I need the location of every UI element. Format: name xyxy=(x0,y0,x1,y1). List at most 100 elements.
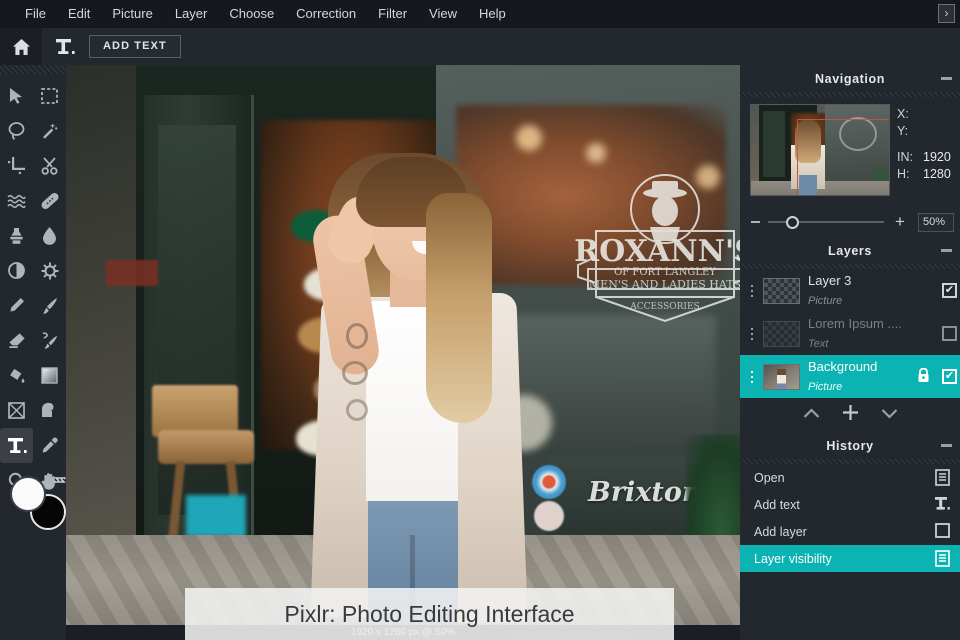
scene-model-tattoo xyxy=(346,323,368,349)
layer-thumbnail xyxy=(763,320,800,347)
history-item[interactable]: Add layer xyxy=(740,518,960,545)
minimize-icon[interactable] xyxy=(941,249,952,252)
menu-item-file[interactable]: File xyxy=(14,0,57,28)
layer-type: Text xyxy=(808,337,829,350)
history-item-label: Open xyxy=(754,470,785,485)
color-picker-tool[interactable] xyxy=(33,428,66,463)
move-tool[interactable] xyxy=(0,78,33,113)
menu-item-picture[interactable]: Picture xyxy=(101,0,163,28)
layer-name: Lorem Ipsum .... xyxy=(808,316,902,332)
add-layer-button[interactable] xyxy=(842,404,859,426)
layer-visibility-checkbox[interactable]: ✔ xyxy=(942,369,957,384)
square-icon xyxy=(935,523,950,541)
drag-handle-icon[interactable] xyxy=(745,284,759,297)
menu-item-choose[interactable]: Choose xyxy=(218,0,285,28)
scene-model-tattoo xyxy=(346,399,368,421)
history-item[interactable]: Layer visibility xyxy=(740,545,960,572)
foreground-color-swatch[interactable] xyxy=(10,476,46,512)
add-text-button[interactable]: ADD TEXT xyxy=(89,35,181,58)
chevron-right-icon[interactable]: › xyxy=(938,4,955,23)
svg-text:MEN'S AND LADIES HATS: MEN'S AND LADIES HATS xyxy=(589,278,740,291)
fill-shape-tool[interactable] xyxy=(33,393,66,428)
layer-row[interactable]: Lorem Ipsum .... Text xyxy=(740,312,960,355)
layer-visibility-checkbox[interactable] xyxy=(942,326,957,341)
scene-open-sign xyxy=(106,260,158,286)
history-item-label: Add layer xyxy=(754,524,807,539)
text-tool[interactable] xyxy=(0,428,33,463)
move-layer-up-button[interactable] xyxy=(803,406,820,424)
history-item[interactable]: Open xyxy=(740,464,960,491)
scene-teal-item xyxy=(186,495,246,537)
layer-row[interactable]: Background Picture ✔ xyxy=(740,355,960,398)
menu-bar: File Edit Picture Layer Choose Correctio… xyxy=(0,0,960,28)
move-layer-down-button[interactable] xyxy=(881,406,898,424)
caption-overlay: Pixlr: Photo Editing Interface xyxy=(185,588,674,640)
scene-brand-decal: Brixton xyxy=(588,477,702,508)
crop-tool[interactable] xyxy=(0,148,33,183)
layer-name: Background xyxy=(808,359,878,375)
menu-item-filter[interactable]: Filter xyxy=(367,0,418,28)
navigation-panel-title: Navigation xyxy=(815,71,885,86)
menu-item-edit[interactable]: Edit xyxy=(57,0,101,28)
menu-item-correction[interactable]: Correction xyxy=(285,0,367,28)
minimize-icon[interactable] xyxy=(941,77,952,80)
brush-tool[interactable] xyxy=(33,288,66,323)
paint-bucket-tool[interactable] xyxy=(0,358,33,393)
canvas-area[interactable]: Brixton ROXANN'S OF FORT LANGLEY MEN'S A… xyxy=(66,65,740,640)
nav-label-x: X: xyxy=(897,107,909,121)
magic-wand-tool[interactable] xyxy=(33,113,66,148)
pixlr-app-window: File Edit Picture Layer Choose Correctio… xyxy=(0,0,960,640)
navigation-panel-header: Navigation xyxy=(740,65,960,92)
drag-handle-icon[interactable] xyxy=(745,327,759,340)
sharpen-tool[interactable] xyxy=(33,253,66,288)
menu-item-help[interactable]: Help xyxy=(468,0,517,28)
cutout-tool[interactable] xyxy=(33,148,66,183)
zoom-in-icon[interactable]: + xyxy=(895,213,905,230)
smudge-tool[interactable] xyxy=(33,323,66,358)
layer-actions-bar xyxy=(740,398,960,432)
blur-tool[interactable] xyxy=(33,218,66,253)
heal-tool[interactable] xyxy=(33,183,66,218)
toolbar-divider xyxy=(0,65,66,74)
svg-text:OF FORT LANGLEY: OF FORT LANGLEY xyxy=(614,267,716,278)
layer-visibility-checkbox[interactable]: ✔ xyxy=(942,283,957,298)
drag-handle-icon[interactable] xyxy=(745,370,759,383)
photo-canvas[interactable]: Brixton ROXANN'S OF FORT LANGLEY MEN'S A… xyxy=(66,65,740,625)
zoom-out-icon[interactable] xyxy=(751,221,760,223)
current-tool-icon xyxy=(48,28,82,65)
home-icon[interactable] xyxy=(0,28,42,65)
marquee-select-tool[interactable] xyxy=(33,78,66,113)
lasso-tool[interactable] xyxy=(0,113,33,148)
lock-icon[interactable] xyxy=(917,367,930,388)
scene-model-tattoo xyxy=(342,361,368,385)
history-item[interactable]: Add text xyxy=(740,491,960,518)
clone-stamp-tool[interactable] xyxy=(0,218,33,253)
tool-palette xyxy=(0,65,66,640)
minimize-icon[interactable] xyxy=(941,444,952,447)
layer-name: Layer 3 xyxy=(808,273,852,289)
gradient-tool[interactable] xyxy=(33,358,66,393)
menu-item-layer[interactable]: Layer xyxy=(164,0,219,28)
options-bar: ADD TEXT xyxy=(0,28,960,65)
zoom-control-row: + 50% xyxy=(740,207,960,237)
nav-value-width: 1920 xyxy=(923,150,951,164)
layers-panel-title: Layers xyxy=(828,243,872,258)
svg-text:ROXANN'S: ROXANN'S xyxy=(574,234,740,269)
svg-text:ACCESSORIES: ACCESSORIES xyxy=(629,302,699,312)
zoom-slider-handle[interactable] xyxy=(786,216,799,229)
scene-window-sticker xyxy=(532,465,566,499)
color-swatches[interactable] xyxy=(8,470,66,540)
layer-row[interactable]: Layer 3 Picture ✔ xyxy=(740,269,960,312)
navigator-thumbnail[interactable] xyxy=(750,104,890,196)
layer-type: Picture xyxy=(808,294,843,307)
zoom-level-input[interactable]: 50% xyxy=(918,213,954,232)
layer-thumbnail xyxy=(763,277,800,304)
shape-tool[interactable] xyxy=(0,393,33,428)
liquify-tool[interactable] xyxy=(0,183,33,218)
eraser-tool[interactable] xyxy=(0,323,33,358)
pencil-tool[interactable] xyxy=(0,288,33,323)
dodge-burn-tool[interactable] xyxy=(0,253,33,288)
menu-item-view[interactable]: View xyxy=(418,0,468,28)
history-item-label: Add text xyxy=(754,497,800,512)
navigation-panel-body: X: Y: IN: H: 1920 1280 xyxy=(740,97,960,207)
